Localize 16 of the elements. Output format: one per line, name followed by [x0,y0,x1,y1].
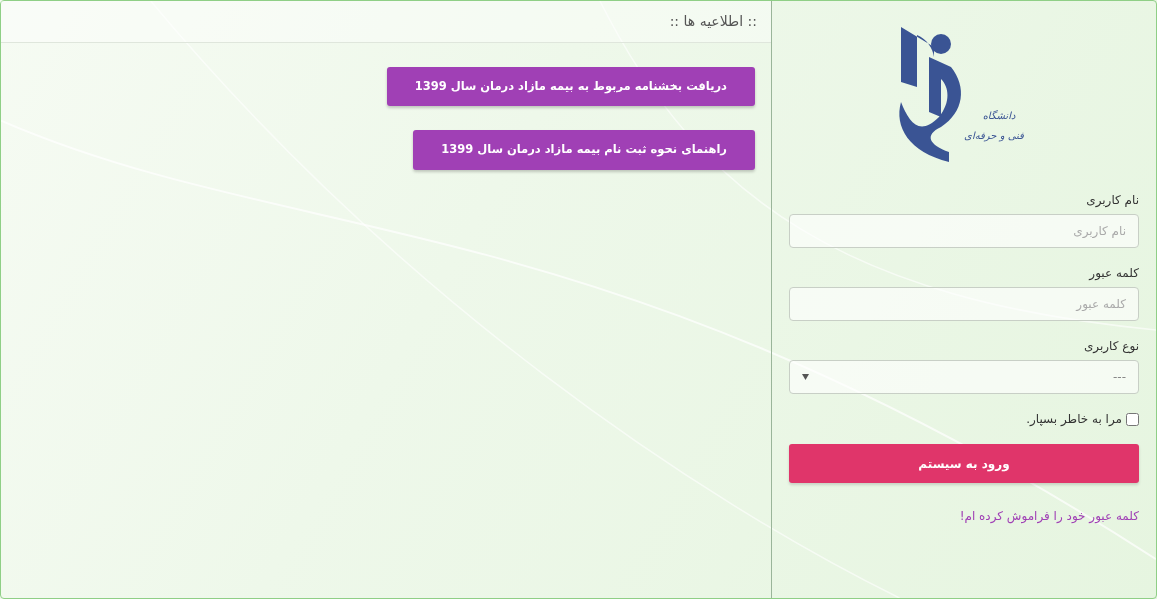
remember-label: مرا به خاطر بسپار. [1026,411,1122,428]
field-label: نوع کاربری [1083,338,1139,355]
forgot-password-link[interactable]: کلمه عبور خود را فراموش کرده ام! [959,509,1139,523]
caret-icon [802,374,809,380]
remember-checkbox[interactable] [1126,412,1139,426]
username-field[interactable]: نام کاربری [789,214,1139,248]
announcements-title: :: اطلاعیه ها :: [669,13,757,29]
login-button[interactable]: ورود به سیستم [789,444,1139,483]
field-label: نام کاربری [1086,192,1139,209]
announcement-button[interactable]: راهنمای نحوه ثبت نام بیمه مازاد درمان سال 1399 [413,130,755,170]
field-label: کلمه عبور [1089,265,1139,282]
logo-caption: فنی و حرفه‌ای [964,130,1024,141]
user-type-select[interactable]: --- [789,360,1139,394]
logo-caption: دانشگاه [982,110,1016,121]
password-field[interactable]: کلمه عبور [789,287,1139,321]
announcement-button[interactable]: دریافت بخشنامه مربوط به بیمه مازاد درمان سال 1399 [386,67,755,107]
